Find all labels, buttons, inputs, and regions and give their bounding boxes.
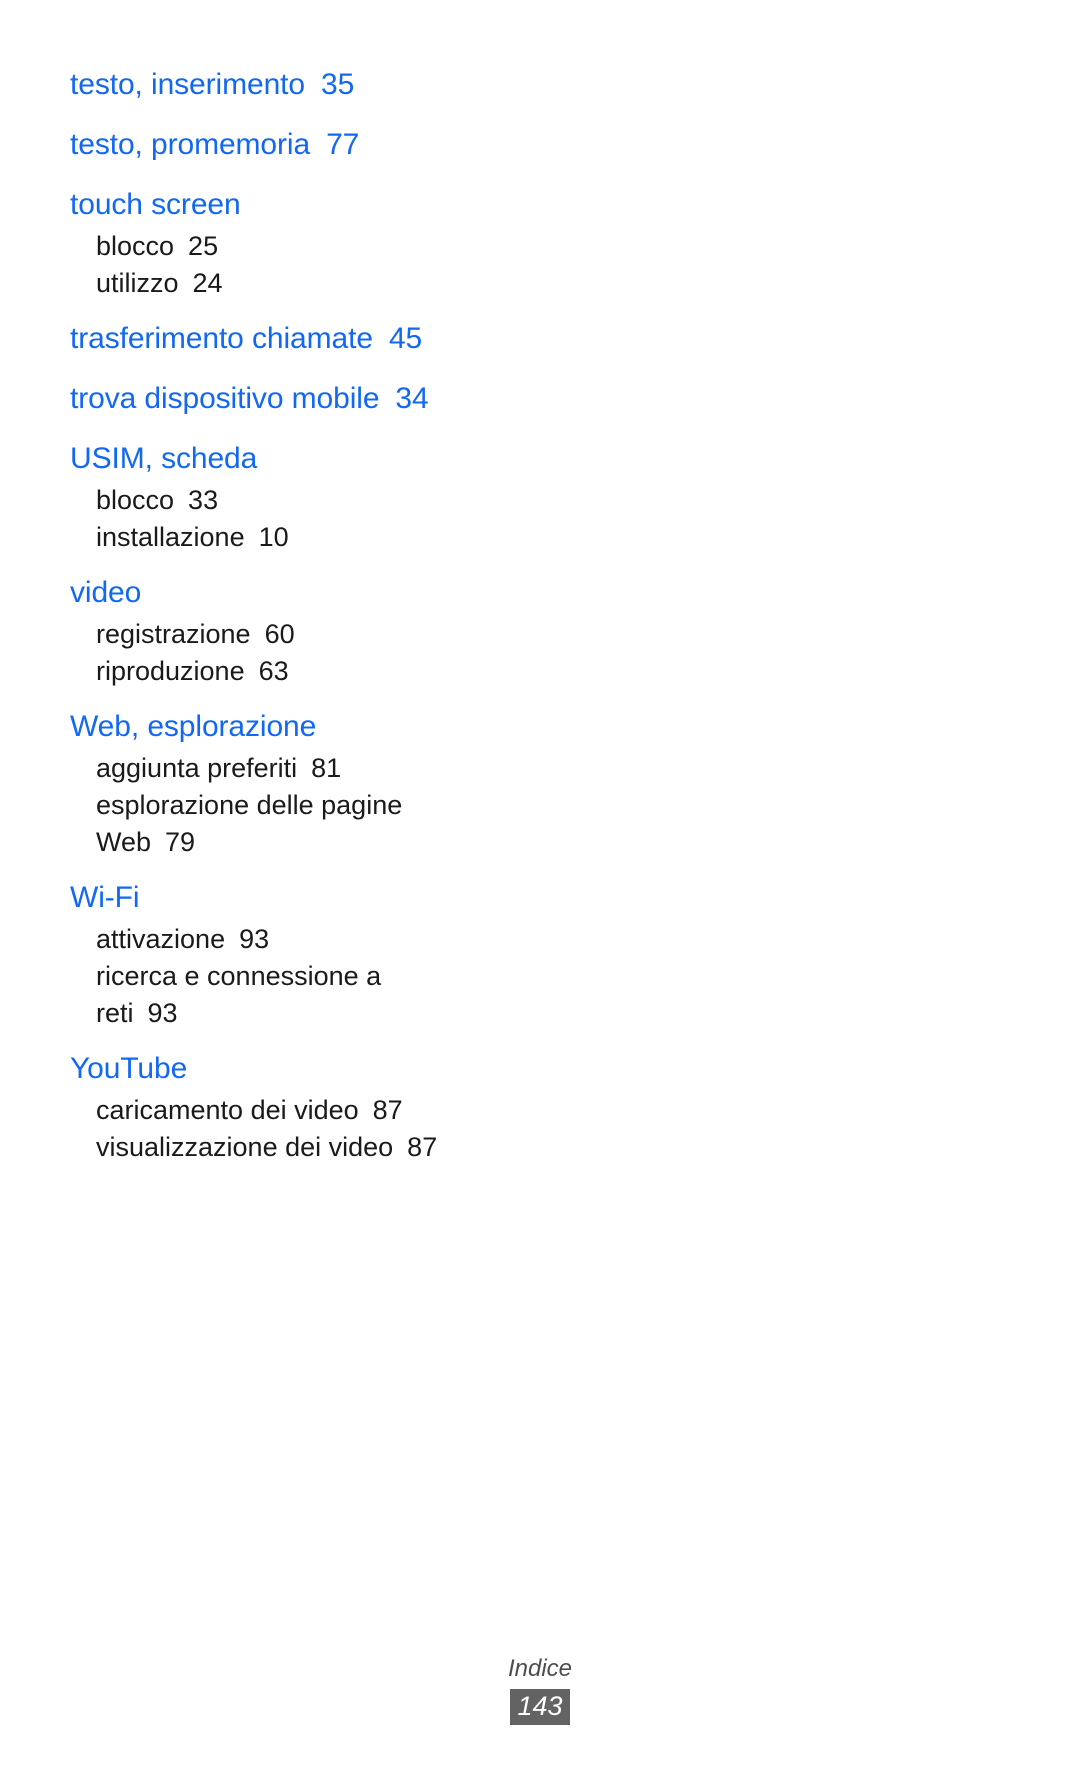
index-sub-page: 60 bbox=[264, 619, 295, 649]
index-heading-label: video bbox=[70, 576, 142, 609]
index-group: USIM, scheda blocco 33 installazione 10 bbox=[70, 436, 540, 556]
index-sub-page: 93 bbox=[147, 998, 178, 1028]
index-sub-page: 33 bbox=[188, 485, 219, 515]
index-sub-entry[interactable]: registrazione 60 bbox=[96, 616, 540, 653]
index-heading-label: Web, esplorazione bbox=[70, 710, 317, 743]
index-sub-entry[interactable]: installazione 10 bbox=[96, 519, 540, 556]
index-sub-entry[interactable]: visualizzazione dei video 87 bbox=[96, 1129, 456, 1166]
index-heading-page: 45 bbox=[388, 322, 423, 355]
index-group: YouTube caricamento dei video 87 visualiz… bbox=[70, 1046, 540, 1166]
index-sub-entry[interactable]: aggiunta preferiti 81 bbox=[96, 750, 540, 787]
index-heading[interactable]: USIM, scheda bbox=[70, 436, 540, 482]
index-heading-page: 34 bbox=[395, 382, 429, 415]
index-heading-label: testo, promemoria bbox=[70, 128, 311, 161]
index-sub-label: utilizzo bbox=[96, 268, 179, 298]
index-sub-label: blocco bbox=[96, 485, 175, 515]
index-group: testo, promemoria 77 bbox=[70, 122, 540, 168]
index-sub-page: 93 bbox=[239, 924, 270, 954]
index-sub-page: 24 bbox=[192, 268, 223, 298]
index-sub-label: riproduzione bbox=[96, 656, 245, 686]
index-heading[interactable]: video bbox=[70, 570, 540, 616]
index-sub-label: caricamento dei video bbox=[96, 1095, 359, 1125]
index-sub-label: visualizzazione dei video bbox=[96, 1132, 394, 1162]
index-group: trasferimento chiamate 45 bbox=[70, 316, 540, 362]
index-sub-entry[interactable]: blocco 25 bbox=[96, 228, 540, 265]
index-heading-label: trasferimento chiamate bbox=[70, 322, 373, 355]
index-heading[interactable]: testo, promemoria 77 bbox=[70, 122, 540, 168]
index-sub-page: 25 bbox=[188, 231, 219, 261]
index-heading-label: trova dispositivo mobile bbox=[70, 382, 380, 415]
index-group: Web, esplorazione aggiunta preferiti 81 e… bbox=[70, 704, 540, 861]
index-entry-list: testo, inserimento 35 testo, promemoria 77… bbox=[70, 62, 540, 1166]
index-heading[interactable]: Wi-Fi bbox=[70, 875, 540, 921]
index-heading[interactable]: trasferimento chiamate 45 bbox=[70, 316, 540, 362]
index-heading-label: Wi-Fi bbox=[70, 881, 140, 914]
index-sub-label: registrazione bbox=[96, 619, 251, 649]
index-sub-page: 63 bbox=[258, 656, 289, 686]
index-sub-entry[interactable]: riproduzione 63 bbox=[96, 653, 540, 690]
index-page: testo, inserimento 35 testo, promemoria 77… bbox=[0, 0, 1080, 1771]
index-sub-label: ricerca e connessione a reti bbox=[96, 961, 382, 1028]
page-number-badge: 143 bbox=[510, 1689, 570, 1725]
index-sub-label: aggiunta preferiti bbox=[96, 753, 298, 783]
index-sub-entry[interactable]: utilizzo 24 bbox=[96, 265, 540, 302]
index-heading-page: 35 bbox=[320, 68, 355, 101]
index-heading[interactable]: testo, inserimento 35 bbox=[70, 62, 540, 108]
index-heading[interactable]: touch screen bbox=[70, 182, 540, 228]
index-heading[interactable]: YouTube bbox=[70, 1046, 540, 1092]
index-group: testo, inserimento 35 bbox=[70, 62, 540, 108]
index-sub-entry[interactable]: esplorazione delle pagine Web 79 bbox=[96, 787, 456, 861]
index-sub-entry[interactable]: blocco 33 bbox=[96, 482, 540, 519]
index-sub-page: 81 bbox=[311, 753, 342, 783]
index-sub-entry[interactable]: caricamento dei video 87 bbox=[96, 1092, 540, 1129]
index-sub-label: esplorazione delle pagine Web bbox=[96, 790, 403, 857]
index-heading-label: USIM, scheda bbox=[70, 442, 258, 475]
index-sub-label: attivazione bbox=[96, 924, 226, 954]
index-group: trova dispositivo mobile 34 bbox=[70, 376, 540, 422]
index-heading-page: 77 bbox=[326, 128, 360, 161]
index-sub-page: 79 bbox=[165, 827, 196, 857]
index-sub-page: 87 bbox=[407, 1132, 438, 1162]
index-group: Wi-Fi attivazione 93 ricerca e connession… bbox=[70, 875, 540, 1032]
index-sub-page: 87 bbox=[372, 1095, 403, 1125]
index-sub-page: 10 bbox=[258, 522, 289, 552]
index-sub-entry[interactable]: attivazione 93 bbox=[96, 921, 540, 958]
footer-section-label: Indice bbox=[507, 1655, 573, 1682]
index-group: video registrazione 60 riproduzione 63 bbox=[70, 570, 540, 690]
index-heading-label: YouTube bbox=[70, 1052, 188, 1085]
index-sub-label: installazione bbox=[96, 522, 245, 552]
page-footer: Indice 143 bbox=[0, 1655, 1080, 1725]
index-heading[interactable]: Web, esplorazione bbox=[70, 704, 540, 750]
index-group: touch screen blocco 25 utilizzo 24 bbox=[70, 182, 540, 302]
index-heading[interactable]: trova dispositivo mobile 34 bbox=[70, 376, 540, 422]
index-sub-entry[interactable]: ricerca e connessione a reti 93 bbox=[96, 958, 456, 1032]
index-heading-label: testo, inserimento bbox=[70, 68, 305, 101]
index-heading-label: touch screen bbox=[70, 188, 241, 221]
index-sub-label: blocco bbox=[96, 231, 175, 261]
